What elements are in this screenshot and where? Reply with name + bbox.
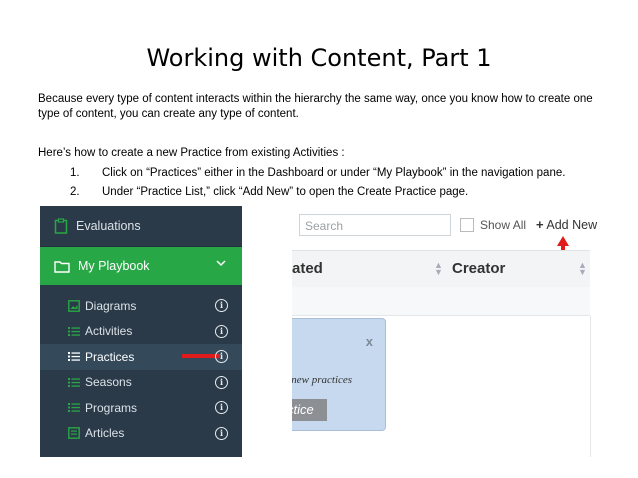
add-new-label: Add New <box>546 218 598 232</box>
sidebar-item-programs[interactable]: Programs i <box>40 395 242 421</box>
empty-state-tooltip: x g new practices ctice <box>292 318 386 431</box>
table-header: ated ▲ ▼ Creator ▲ ▼ <box>292 250 590 288</box>
info-icon[interactable]: i <box>215 401 228 415</box>
image-icon <box>68 299 82 312</box>
step-item: 2. Under “Practice List,” click “Add New… <box>70 183 630 202</box>
navigation-pane-screenshot: Evaluations My Playbook Diagrams i Activ… <box>40 206 242 457</box>
list-icon <box>68 402 82 413</box>
search-input[interactable]: Search <box>299 214 451 236</box>
tooltip-text: g new practices <box>292 374 353 386</box>
step-number: 1. <box>70 167 80 179</box>
list-icon <box>68 351 82 362</box>
list-icon <box>68 326 82 337</box>
list-icon <box>68 377 82 388</box>
show-all-label: Show All <box>480 218 527 232</box>
sidebar-item-label: Activities <box>85 324 133 339</box>
folder-icon <box>54 260 70 273</box>
sidebar-item-activities[interactable]: Activities i <box>40 319 242 345</box>
document-icon <box>68 427 82 440</box>
howto-paragraph: Here’s how to create a new Practice from… <box>38 147 345 159</box>
step-text: Click on “Practices” either in the Dashb… <box>102 167 566 179</box>
sidebar-submenu: Diagrams i Activities i Practices i Seas… <box>40 285 242 446</box>
sidebar-item-diagrams[interactable]: Diagrams i <box>40 293 242 319</box>
table-filter-row <box>292 287 590 316</box>
sidebar-item-label: Programs <box>85 400 138 415</box>
column-header-creator[interactable]: Creator <box>452 260 505 277</box>
sidebar-item-label: Diagrams <box>85 298 137 313</box>
sidebar-item-label: Seasons <box>85 375 132 390</box>
sort-icon[interactable]: ▲ ▼ <box>434 261 443 277</box>
intro-paragraph: Because every type of content interacts … <box>38 93 593 120</box>
step-text: Under “Practice List,” click “Add New” t… <box>102 186 469 198</box>
sidebar-item-practices[interactable]: Practices i <box>40 344 242 370</box>
step-item: 1. Click on “Practices” either in the Da… <box>70 164 630 183</box>
step-number: 2. <box>70 186 80 198</box>
sort-icon[interactable]: ▲ ▼ <box>578 261 587 277</box>
info-icon[interactable]: i <box>215 375 228 389</box>
sidebar-item-label: Articles <box>85 426 125 441</box>
column-header-created[interactable]: ated <box>292 260 323 277</box>
add-new-button[interactable]: + Add New <box>536 217 597 232</box>
sidebar-label-my-playbook: My Playbook <box>78 259 150 273</box>
practice-list-screenshot: Search Show All + Add New ated ▲ ▼ Creato… <box>292 206 606 457</box>
clipboard-icon <box>54 218 68 234</box>
sidebar-item-label: Practices <box>85 349 135 364</box>
info-icon[interactable]: i <box>215 324 228 338</box>
show-all-checkbox[interactable] <box>460 218 474 232</box>
sidebar-label-evaluations: Evaluations <box>76 219 141 233</box>
plus-icon: + <box>536 217 544 232</box>
info-icon[interactable]: i <box>215 350 228 364</box>
info-icon[interactable]: i <box>215 299 228 313</box>
sidebar-item-my-playbook[interactable]: My Playbook <box>40 247 242 285</box>
slide-title: Working with Content, Part 1 <box>146 44 492 72</box>
add-practice-button[interactable]: ctice <box>292 399 327 421</box>
close-icon[interactable]: x <box>366 334 373 349</box>
sidebar-item-seasons[interactable]: Seasons i <box>40 370 242 396</box>
chevron-down-icon[interactable] <box>216 259 226 267</box>
steps-list: 1. Click on “Practices” either in the Da… <box>70 164 630 202</box>
show-all-toggle[interactable]: Show All <box>460 218 526 232</box>
sidebar-item-evaluations[interactable]: Evaluations <box>40 206 242 247</box>
info-icon[interactable]: i <box>215 426 228 440</box>
sidebar-item-articles[interactable]: Articles i <box>40 421 242 447</box>
